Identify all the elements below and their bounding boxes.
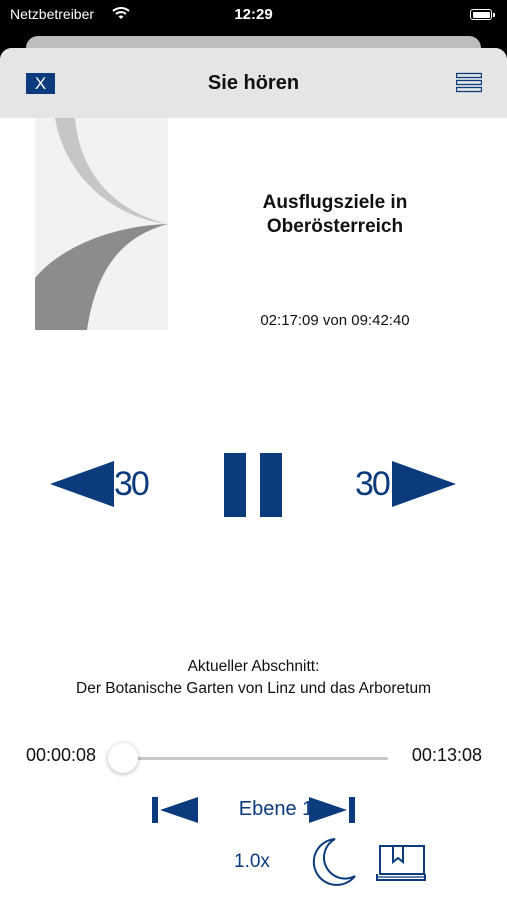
hamburger-menu-icon[interactable]: [455, 72, 483, 94]
battery-icon: [470, 9, 495, 20]
pause-icon: [224, 453, 246, 517]
nav-bar: X Sie hören: [0, 48, 507, 118]
next-level-button[interactable]: [307, 797, 355, 823]
skip-previous-icon: [152, 797, 198, 823]
rewind-label: 30: [114, 465, 150, 503]
forward-30-button[interactable]: 30: [355, 459, 461, 509]
time-elapsed: 00:00:08: [26, 745, 97, 765]
forward-arrow-icon: [392, 461, 456, 507]
book-position: 02:17:09 von 09:42:40: [260, 312, 410, 329]
forward-label: 30: [355, 465, 391, 503]
time-total: 00:13:08: [411, 745, 482, 765]
progress-thumb[interactable]: [107, 743, 138, 773]
status-time: 12:29: [234, 6, 273, 23]
rewind-arrow-icon: [50, 461, 114, 507]
status-bar: Netzbetreiber 12:29: [0, 0, 507, 30]
pause-button[interactable]: [224, 453, 284, 517]
page-title: Sie hören: [207, 72, 300, 94]
playback-speed-button[interactable]: 1.0x: [234, 851, 270, 873]
section-caption: Aktueller Abschnitt:: [187, 658, 320, 675]
previous-level-button[interactable]: [152, 797, 200, 823]
sleep-timer-button[interactable]: [305, 836, 357, 888]
moon-icon: [312, 838, 356, 886]
bookmark-button[interactable]: [375, 844, 427, 882]
section-name: Der Botanische Garten von Linz und das A…: [76, 680, 431, 697]
rewind-30-button[interactable]: 30: [50, 459, 156, 509]
bookmark-book-icon: [376, 845, 426, 881]
player-sheet: X Sie hören Ausflugsziele in Oberösterre…: [0, 48, 507, 900]
skip-next-icon: [309, 797, 355, 823]
cover-image: [35, 118, 168, 330]
progress-slider[interactable]: [107, 743, 388, 773]
book-title: Ausflugsziele in Oberösterreich: [262, 192, 408, 237]
